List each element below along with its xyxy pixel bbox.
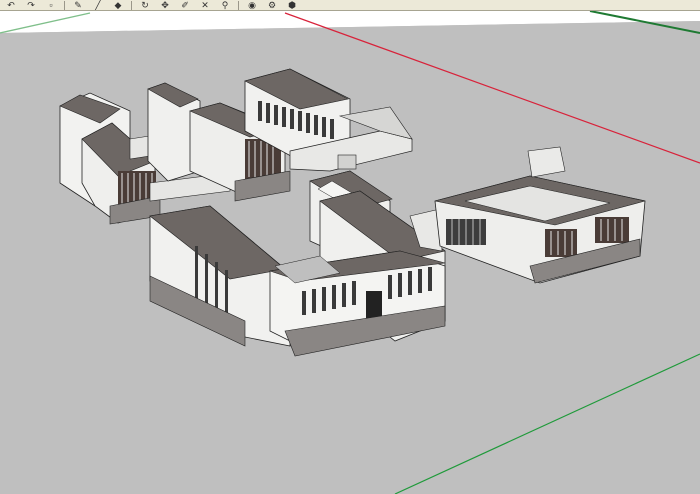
eraser-button[interactable]: ✕ — [196, 0, 214, 10]
tape-measure-icon: ✐ — [181, 0, 189, 10]
rotate-button[interactable]: ↻ — [136, 0, 154, 10]
walk-icon: ⚙ — [267, 0, 277, 10]
walk-button[interactable]: ⚙ — [263, 0, 281, 10]
toolbar: ↶ ↷ ▫ ✎ ╱ ◆ ↻ ✥ ✐ ✕ ⚲ ◉ ⚙ ⬢ — [0, 0, 700, 11]
undo-button[interactable]: ↶ — [2, 0, 20, 10]
zoom-icon: ⚲ — [221, 0, 229, 10]
redo-button[interactable]: ↷ — [22, 0, 40, 10]
component-button[interactable]: ⬢ — [283, 0, 301, 10]
rotate-icon: ↻ — [141, 0, 149, 10]
move-button[interactable]: ✥ — [156, 0, 174, 10]
select-icon: ▫ — [49, 0, 53, 10]
toolbar-separator — [131, 0, 132, 10]
paint-bucket-icon: ◆ — [114, 0, 122, 10]
zoom-button[interactable]: ⚲ — [216, 0, 234, 10]
redo-icon: ↷ — [27, 0, 35, 10]
select-button[interactable]: ▫ — [42, 0, 60, 10]
undo-icon: ↶ — [7, 0, 15, 10]
toolbar-separator — [64, 0, 65, 10]
line-icon: ╱ — [95, 0, 101, 10]
toolbar-separator — [238, 0, 239, 10]
model-viewport[interactable] — [0, 11, 700, 494]
move-icon: ✥ — [161, 0, 169, 10]
camera-button[interactable]: ◉ — [243, 0, 261, 10]
component-icon: ⬢ — [288, 0, 296, 10]
pencil-icon: ✎ — [74, 0, 82, 10]
line-button[interactable]: ╱ — [89, 0, 107, 10]
camera-icon: ◉ — [248, 0, 256, 10]
tape-measure-button[interactable]: ✐ — [176, 0, 194, 10]
eraser-icon: ✕ — [201, 0, 209, 10]
scene-canvas[interactable] — [0, 11, 700, 494]
pencil-button[interactable]: ✎ — [69, 0, 87, 10]
paint-bucket-button[interactable]: ◆ — [109, 0, 127, 10]
